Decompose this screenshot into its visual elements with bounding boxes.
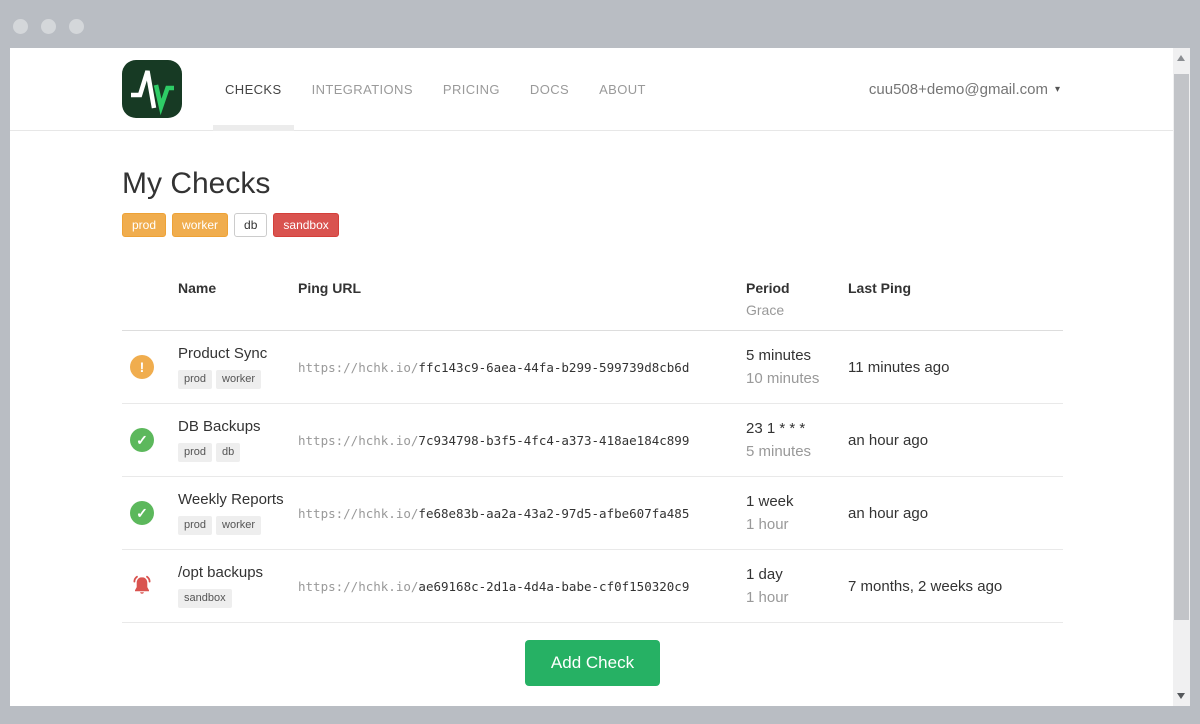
scrollbar-thumb[interactable] bbox=[1174, 74, 1189, 620]
grace-value: 10 minutes bbox=[746, 370, 848, 387]
period-cell: 5 minutes 10 minutes bbox=[746, 347, 848, 387]
tag-filter-bar: prod worker db sandbox bbox=[122, 213, 1175, 237]
scroll-down-arrow[interactable] bbox=[1173, 686, 1190, 706]
name-cell: DB Backups prod db bbox=[178, 418, 298, 462]
add-check-container: Add Check bbox=[122, 640, 1063, 686]
grace-value: 5 minutes bbox=[746, 443, 848, 460]
last-ping-cell: 7 months, 2 weeks ago bbox=[848, 578, 1063, 595]
page-title: My Checks bbox=[122, 167, 1175, 201]
nav-item-about[interactable]: ABOUT bbox=[584, 48, 661, 131]
check-name[interactable]: DB Backups bbox=[178, 418, 261, 435]
column-header-grace-label: Grace bbox=[746, 302, 848, 318]
main-nav-menu: CHECKS INTEGRATIONS PRICING DOCS ABOUT bbox=[210, 48, 661, 131]
last-ping-cell: an hour ago bbox=[848, 432, 1063, 449]
period-value: 1 week bbox=[746, 493, 848, 510]
period-value: 23 1 * * * bbox=[746, 420, 848, 437]
tag-filter-sandbox[interactable]: sandbox bbox=[273, 213, 338, 237]
add-check-button[interactable]: Add Check bbox=[525, 640, 660, 686]
ping-url-cell: https://hchk.io/ffc143c9-6aea-44fa-b299-… bbox=[298, 360, 746, 375]
check-row: /opt backups sandbox https://hchk.io/ae6… bbox=[122, 550, 1063, 623]
table-header-row: Name Ping URL Period Grace Last Ping bbox=[122, 267, 1063, 331]
ping-url-code: ffc143c9-6aea-44fa-b299-599739d8cb6d bbox=[418, 360, 689, 375]
caret-down-icon: ▾ bbox=[1055, 84, 1060, 95]
status-cell bbox=[122, 574, 178, 598]
period-value: 5 minutes bbox=[746, 347, 848, 364]
column-header-status bbox=[122, 280, 178, 318]
app-logo[interactable] bbox=[122, 60, 182, 118]
check-name[interactable]: /opt backups bbox=[178, 564, 263, 581]
status-down-bell-icon bbox=[130, 574, 154, 598]
check-tags: prod db bbox=[178, 443, 298, 462]
check-name[interactable]: Product Sync bbox=[178, 345, 267, 362]
status-late-icon: ! bbox=[130, 355, 154, 379]
status-cell: ✓ bbox=[122, 501, 178, 525]
status-up-icon: ✓ bbox=[130, 428, 154, 452]
check-tag: sandbox bbox=[178, 589, 232, 608]
column-header-ping-url: Ping URL bbox=[298, 280, 746, 318]
ping-url-cell: https://hchk.io/7c934798-b3f5-4fc4-a373-… bbox=[298, 433, 746, 448]
account-email: cuu508+demo@gmail.com bbox=[869, 81, 1048, 98]
main-content: My Checks prod worker db sandbox Name Pi… bbox=[10, 167, 1175, 686]
check-tag: prod bbox=[178, 516, 212, 535]
nav-item-pricing[interactable]: PRICING bbox=[428, 48, 515, 131]
ping-url-prefix: https://hchk.io/ bbox=[298, 579, 418, 594]
ping-url-code: fe68e83b-aa2a-43a2-97d5-afbe607fa485 bbox=[418, 506, 689, 521]
column-header-name: Name bbox=[178, 280, 298, 318]
scroll-up-arrow[interactable] bbox=[1173, 48, 1190, 68]
window-controls bbox=[13, 19, 84, 34]
check-tag: worker bbox=[216, 370, 261, 389]
check-tag: worker bbox=[216, 516, 261, 535]
check-tag: db bbox=[216, 443, 240, 462]
check-tags: prod worker bbox=[178, 516, 298, 535]
window-control-dot[interactable] bbox=[69, 19, 84, 34]
ping-url-prefix: https://hchk.io/ bbox=[298, 433, 418, 448]
period-value: 1 day bbox=[746, 566, 848, 583]
period-cell: 1 day 1 hour bbox=[746, 566, 848, 606]
top-nav: CHECKS INTEGRATIONS PRICING DOCS ABOUT c… bbox=[10, 48, 1190, 131]
ping-url-code: ae69168c-2d1a-4d4a-babe-cf0f150320c9 bbox=[418, 579, 689, 594]
status-cell: ! bbox=[122, 355, 178, 379]
check-tag: prod bbox=[178, 443, 212, 462]
status-up-icon: ✓ bbox=[130, 501, 154, 525]
checks-table: Name Ping URL Period Grace Last Ping ! P… bbox=[122, 267, 1063, 623]
ping-url-cell: https://hchk.io/ae69168c-2d1a-4d4a-babe-… bbox=[298, 579, 746, 594]
check-tags: sandbox bbox=[178, 589, 298, 608]
check-row: ! Product Sync prod worker https://hchk.… bbox=[122, 331, 1063, 404]
tag-filter-db[interactable]: db bbox=[234, 213, 267, 237]
nav-item-docs[interactable]: DOCS bbox=[515, 48, 584, 131]
name-cell: /opt backups sandbox bbox=[178, 564, 298, 608]
ping-url-prefix: https://hchk.io/ bbox=[298, 506, 418, 521]
name-cell: Product Sync prod worker bbox=[178, 345, 298, 389]
window-control-dot[interactable] bbox=[41, 19, 56, 34]
check-name[interactable]: Weekly Reports bbox=[178, 491, 284, 508]
ping-url-prefix: https://hchk.io/ bbox=[298, 360, 418, 375]
column-header-period: Period Grace bbox=[746, 280, 848, 318]
nav-item-integrations[interactable]: INTEGRATIONS bbox=[297, 48, 428, 131]
browser-viewport: CHECKS INTEGRATIONS PRICING DOCS ABOUT c… bbox=[10, 48, 1190, 706]
column-header-period-label: Period bbox=[746, 280, 848, 296]
ping-url-code: 7c934798-b3f5-4fc4-a373-418ae184c899 bbox=[418, 433, 689, 448]
last-ping-cell: an hour ago bbox=[848, 505, 1063, 522]
tag-filter-worker[interactable]: worker bbox=[172, 213, 228, 237]
tag-filter-prod[interactable]: prod bbox=[122, 213, 166, 237]
scrollbar[interactable] bbox=[1173, 48, 1190, 706]
check-row: ✓ DB Backups prod db https://hchk.io/7c9… bbox=[122, 404, 1063, 477]
check-tags: prod worker bbox=[178, 370, 298, 389]
last-ping-cell: 11 minutes ago bbox=[848, 359, 1063, 376]
period-cell: 1 week 1 hour bbox=[746, 493, 848, 533]
grace-value: 1 hour bbox=[746, 589, 848, 606]
status-cell: ✓ bbox=[122, 428, 178, 452]
check-row: ✓ Weekly Reports prod worker https://hch… bbox=[122, 477, 1063, 550]
name-cell: Weekly Reports prod worker bbox=[178, 491, 298, 535]
nav-item-checks[interactable]: CHECKS bbox=[210, 48, 297, 131]
check-tag: prod bbox=[178, 370, 212, 389]
ping-url-cell: https://hchk.io/fe68e83b-aa2a-43a2-97d5-… bbox=[298, 506, 746, 521]
period-cell: 23 1 * * * 5 minutes bbox=[746, 420, 848, 460]
window-control-dot[interactable] bbox=[13, 19, 28, 34]
grace-value: 1 hour bbox=[746, 516, 848, 533]
column-header-last-ping: Last Ping bbox=[848, 280, 1063, 318]
heartbeat-logo-icon bbox=[122, 60, 182, 118]
account-menu[interactable]: cuu508+demo@gmail.com ▾ bbox=[869, 81, 1060, 98]
